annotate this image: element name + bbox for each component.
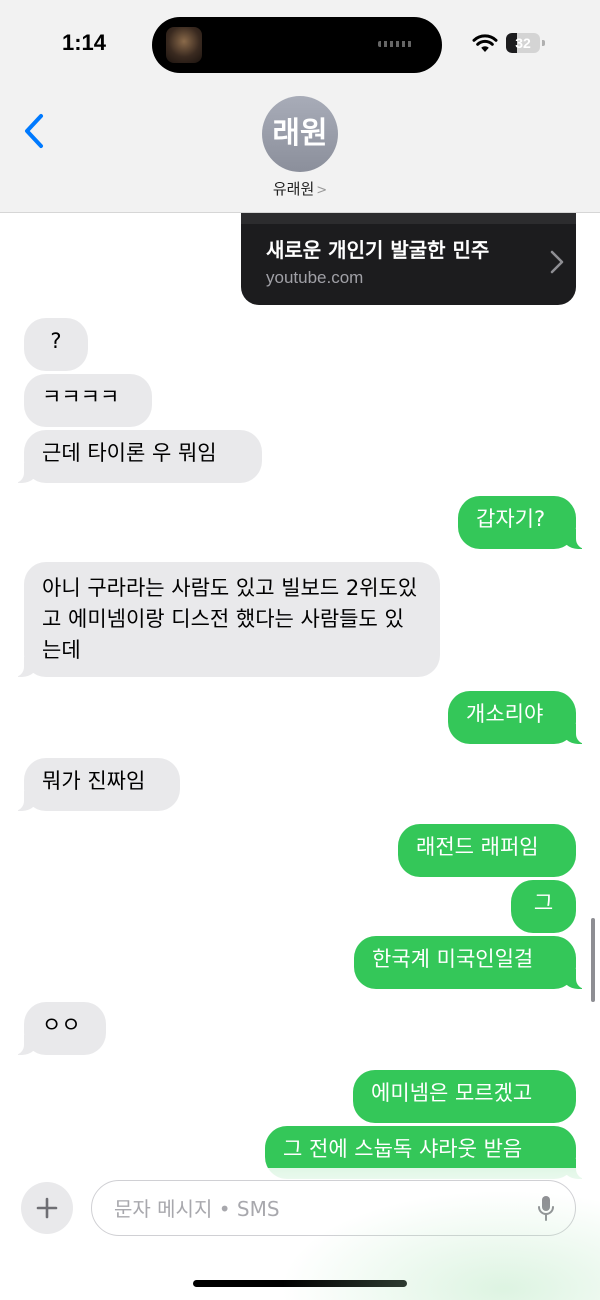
message-text: 그 (533, 891, 554, 915)
message-text: 에미넴은 모르겠고 (371, 1081, 533, 1105)
message-text: 뭐가 진짜임 (42, 769, 146, 793)
mic-icon[interactable] (537, 1195, 555, 1223)
message-bubble-outgoing[interactable]: 한국계 미국인일걸 (354, 936, 586, 989)
message-bubble-incoming[interactable]: 아니 구라라는 사람도 있고 빌보드 2위도있고 에미넴이랑 디스전 했다는 사… (14, 562, 440, 677)
dynamic-island[interactable] (152, 17, 442, 73)
message-bubble-incoming[interactable]: ㅋㅋㅋㅋ (24, 374, 152, 427)
message-text: 한국계 미국인일걸 (372, 947, 534, 971)
home-indicator[interactable] (193, 1280, 407, 1287)
message-bubble-outgoing[interactable]: 에미넴은 모르겠고 (353, 1070, 576, 1123)
chevron-right-icon: > (316, 183, 328, 198)
conversation-header: 1:14 32 래원 유래원 > (0, 0, 600, 213)
message-bubble-incoming[interactable]: 근데 타이론 우 뭐임 (14, 430, 262, 483)
message-text: ㅋㅋㅋㅋ (42, 385, 120, 409)
message-text: 그 전에 스눕독 샤라웃 받음 (283, 1137, 523, 1161)
contact-name-text: 유래원 (272, 180, 315, 198)
message-input[interactable] (112, 1193, 516, 1225)
message-text: 개소리야 (466, 702, 544, 726)
contact-avatar[interactable]: 래원 (262, 96, 338, 172)
back-chevron-icon[interactable] (22, 112, 46, 150)
message-text: 래전드 래퍼임 (416, 835, 539, 859)
contact-name[interactable]: 유래원 > (0, 178, 600, 199)
message-bubble-outgoing[interactable]: 래전드 래퍼임 (398, 824, 576, 877)
message-text: 근데 타이론 우 뭐임 (42, 441, 217, 465)
add-attachment-button[interactable] (21, 1182, 73, 1234)
compose-bar (0, 1168, 600, 1300)
message-input-field[interactable] (91, 1180, 576, 1236)
message-bubble-incoming[interactable]: ㅇㅇ (14, 1002, 106, 1055)
scrollbar[interactable] (591, 918, 595, 1002)
message-text: ㅇㅇ (42, 1013, 81, 1037)
plus-icon (36, 1197, 58, 1219)
battery-percent: 32 (515, 35, 531, 51)
link-preview-card[interactable]: 새로운 개인기 발굴한 민주 youtube.com (241, 210, 576, 305)
message-bubble-incoming[interactable]: 뭐가 진짜임 (14, 758, 180, 811)
message-text: 아니 구라라는 사람도 있고 빌보드 2위도있고 에미넴이랑 디스전 했다는 사… (42, 576, 418, 662)
message-text: 갑자기? (476, 507, 546, 531)
link-preview-domain: youtube.com (266, 268, 364, 287)
chevron-right-icon (550, 250, 564, 274)
now-playing-thumbnail (166, 27, 202, 63)
message-text: ? (50, 329, 62, 353)
wifi-icon (472, 34, 498, 52)
message-bubble-outgoing[interactable]: 그 (511, 880, 576, 933)
link-preview-title: 새로운 개인기 발굴한 민주 (266, 238, 490, 262)
message-bubble-outgoing[interactable]: 갑자기? (458, 496, 586, 549)
status-time: 1:14 (62, 30, 107, 55)
message-bubble-outgoing[interactable]: 개소리야 (448, 691, 586, 744)
waveform-icon (378, 41, 412, 47)
message-bubble-incoming[interactable]: ? (24, 318, 88, 371)
battery-icon: 32 (506, 33, 545, 53)
